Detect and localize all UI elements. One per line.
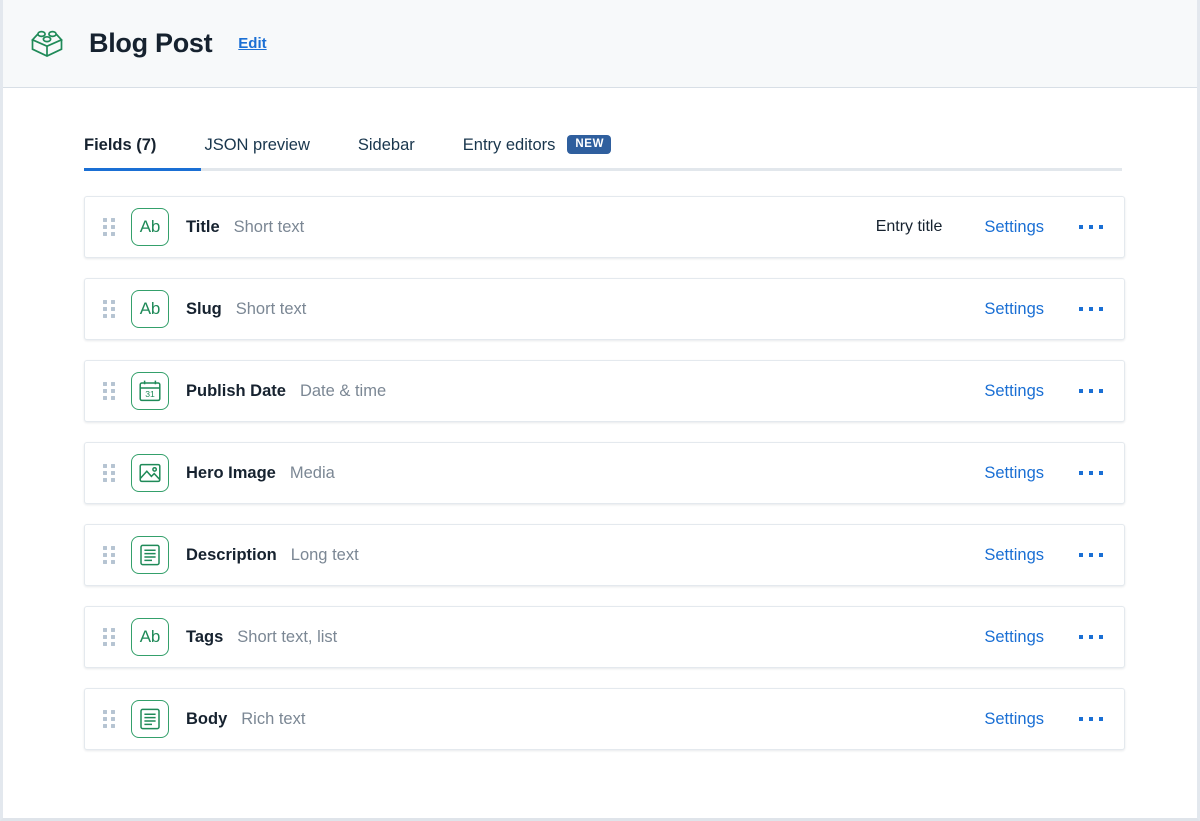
table-row[interactable]: Body Rich text Settings xyxy=(84,688,1125,750)
svg-text:31: 31 xyxy=(145,389,155,399)
long-text-icon xyxy=(131,536,169,574)
edit-link[interactable]: Edit xyxy=(238,35,266,52)
more-options-icon[interactable] xyxy=(1076,298,1106,320)
settings-link[interactable]: Settings xyxy=(984,382,1044,401)
calendar-icon: 31 xyxy=(131,372,169,410)
tab-fields-label: Fields (7) xyxy=(84,136,157,154)
content-type-editor-page: Blog Post Edit Fields (7) JSON preview S… xyxy=(0,0,1200,821)
rich-text-icon xyxy=(131,700,169,738)
tab-entry-editors-label: Entry editors xyxy=(462,136,556,154)
field-name: Slug xyxy=(186,299,222,318)
field-name: Hero Image xyxy=(186,463,276,482)
tab-json-preview-label: JSON preview xyxy=(204,136,310,154)
tab-json-preview[interactable]: JSON preview xyxy=(204,136,309,171)
short-text-icon-glyph: Ab xyxy=(139,627,161,646)
field-name: Tags xyxy=(186,627,224,646)
tab-sidebar-label: Sidebar xyxy=(357,136,415,154)
more-options-icon[interactable] xyxy=(1076,216,1106,238)
field-name: Body xyxy=(186,709,228,728)
drag-handle-icon[interactable] xyxy=(102,298,116,320)
field-type: Rich text xyxy=(241,709,306,728)
settings-link[interactable]: Settings xyxy=(984,628,1044,647)
tab-sidebar[interactable]: Sidebar xyxy=(358,136,415,171)
field-name: Title xyxy=(186,217,220,236)
short-text-icon: Ab xyxy=(131,290,169,328)
drag-handle-icon[interactable] xyxy=(102,216,116,238)
table-row[interactable]: Description Long text Settings xyxy=(84,524,1125,586)
field-name: Description xyxy=(186,545,277,564)
entry-title-badge: Entry title xyxy=(875,218,943,235)
short-text-icon-glyph: Ab xyxy=(139,299,161,318)
settings-link[interactable]: Settings xyxy=(984,546,1044,565)
field-type: Short text xyxy=(235,299,307,318)
field-type: Short text, list xyxy=(237,627,338,646)
table-row[interactable]: Ab Slug Short text Settings xyxy=(84,278,1125,340)
table-row[interactable]: 31 Publish Date Date & time Settings xyxy=(84,360,1125,422)
table-row[interactable]: Ab Tags Short text, list Settings xyxy=(84,606,1125,668)
lego-brick-icon xyxy=(25,22,69,66)
tab-entry-editors[interactable]: Entry editors NEW xyxy=(462,135,612,171)
field-type: Media xyxy=(289,463,335,482)
short-text-icon: Ab xyxy=(131,208,169,246)
drag-handle-icon[interactable] xyxy=(102,544,116,566)
drag-handle-icon[interactable] xyxy=(102,380,116,402)
more-options-icon[interactable] xyxy=(1076,380,1106,402)
field-list: Ab Title Short text Entry title Settings… xyxy=(84,196,1125,750)
field-type: Long text xyxy=(290,545,359,564)
drag-handle-icon[interactable] xyxy=(102,626,116,648)
field-type: Date & time xyxy=(299,381,387,400)
media-image-icon xyxy=(131,454,169,492)
field-type: Short text xyxy=(233,217,305,236)
settings-link[interactable]: Settings xyxy=(984,464,1044,483)
short-text-icon-glyph: Ab xyxy=(139,217,161,236)
tab-list: Fields (7) JSON preview Sidebar Entry ed… xyxy=(84,135,1122,171)
more-options-icon[interactable] xyxy=(1076,544,1106,566)
table-row[interactable]: Ab Title Short text Entry title Settings xyxy=(84,196,1125,258)
more-options-icon[interactable] xyxy=(1076,626,1106,648)
drag-handle-icon[interactable] xyxy=(102,462,116,484)
page-title: Blog Post xyxy=(89,28,213,58)
page-header: Blog Post Edit xyxy=(3,0,1197,88)
table-row[interactable]: Hero Image Media Settings xyxy=(84,442,1125,504)
more-options-icon[interactable] xyxy=(1076,462,1106,484)
more-options-icon[interactable] xyxy=(1076,708,1106,730)
tab-fields[interactable]: Fields (7) xyxy=(84,136,156,171)
short-text-icon: Ab xyxy=(131,618,169,656)
settings-link[interactable]: Settings xyxy=(984,218,1044,237)
settings-link[interactable]: Settings xyxy=(984,300,1044,319)
tab-bar: Fields (7) JSON preview Sidebar Entry ed… xyxy=(84,88,1122,171)
settings-link[interactable]: Settings xyxy=(984,710,1044,729)
drag-handle-icon[interactable] xyxy=(102,708,116,730)
field-name: Publish Date xyxy=(186,381,286,400)
new-badge: NEW xyxy=(567,135,612,154)
